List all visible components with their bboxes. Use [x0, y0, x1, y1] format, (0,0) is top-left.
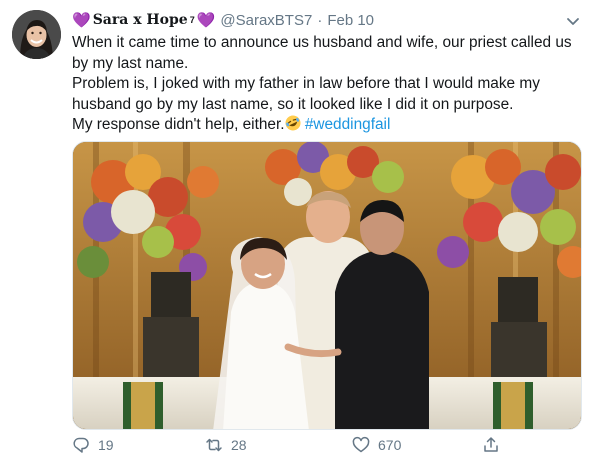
purple-heart-icon: 💜 [72, 12, 91, 29]
purple-heart-icon: 💜 [196, 12, 216, 29]
tweet-date[interactable]: Feb 10 [327, 12, 374, 29]
display-name[interactable]: 💜 Sara x Hope 7 💜 [72, 11, 215, 29]
tweet-line-text: My response didn't help, either. [72, 116, 285, 133]
share-icon [484, 437, 498, 452]
retweet-count: 28 [231, 437, 247, 453]
rolling-laughing-emoji-icon [285, 115, 301, 131]
avatar[interactable] [12, 10, 61, 59]
tweet-photo[interactable] [72, 141, 582, 430]
tweet-actions: 19 28 670 [72, 433, 572, 457]
author-name: Sara x Hope [92, 12, 188, 28]
reply-button[interactable]: 19 [72, 436, 114, 454]
tweet-paragraph: Problem is, I joked with my father in la… [72, 75, 540, 113]
reply-count: 19 [98, 437, 114, 453]
retweet-icon [206, 438, 222, 452]
separator-dot: · [317, 11, 323, 29]
tweet[interactable]: 💜 Sara x Hope 7 💜 @SaraxBTS7 · Feb 10 Whe… [0, 0, 596, 461]
like-button[interactable]: 670 [352, 436, 401, 454]
tweet-paragraph-last: My response didn't help, either. #weddin… [72, 115, 582, 136]
hashtag-link[interactable]: #weddingfail [305, 116, 391, 133]
tweet-text: When it came time to announce us husband… [72, 33, 582, 136]
chevron-down-icon[interactable] [564, 12, 582, 30]
like-count: 670 [378, 437, 402, 453]
reply-icon [73, 437, 89, 453]
heart-icon [352, 436, 370, 453]
author-name-superscript: 7 [189, 15, 195, 25]
author-handle[interactable]: @SaraxBTS7 [220, 12, 312, 29]
tweet-paragraph: When it came time to announce us husband… [72, 34, 572, 72]
retweet-button[interactable]: 28 [205, 436, 247, 454]
share-button[interactable] [482, 436, 508, 454]
tweet-header: 💜 Sara x Hope 7 💜 @SaraxBTS7 · Feb 10 [72, 10, 556, 30]
